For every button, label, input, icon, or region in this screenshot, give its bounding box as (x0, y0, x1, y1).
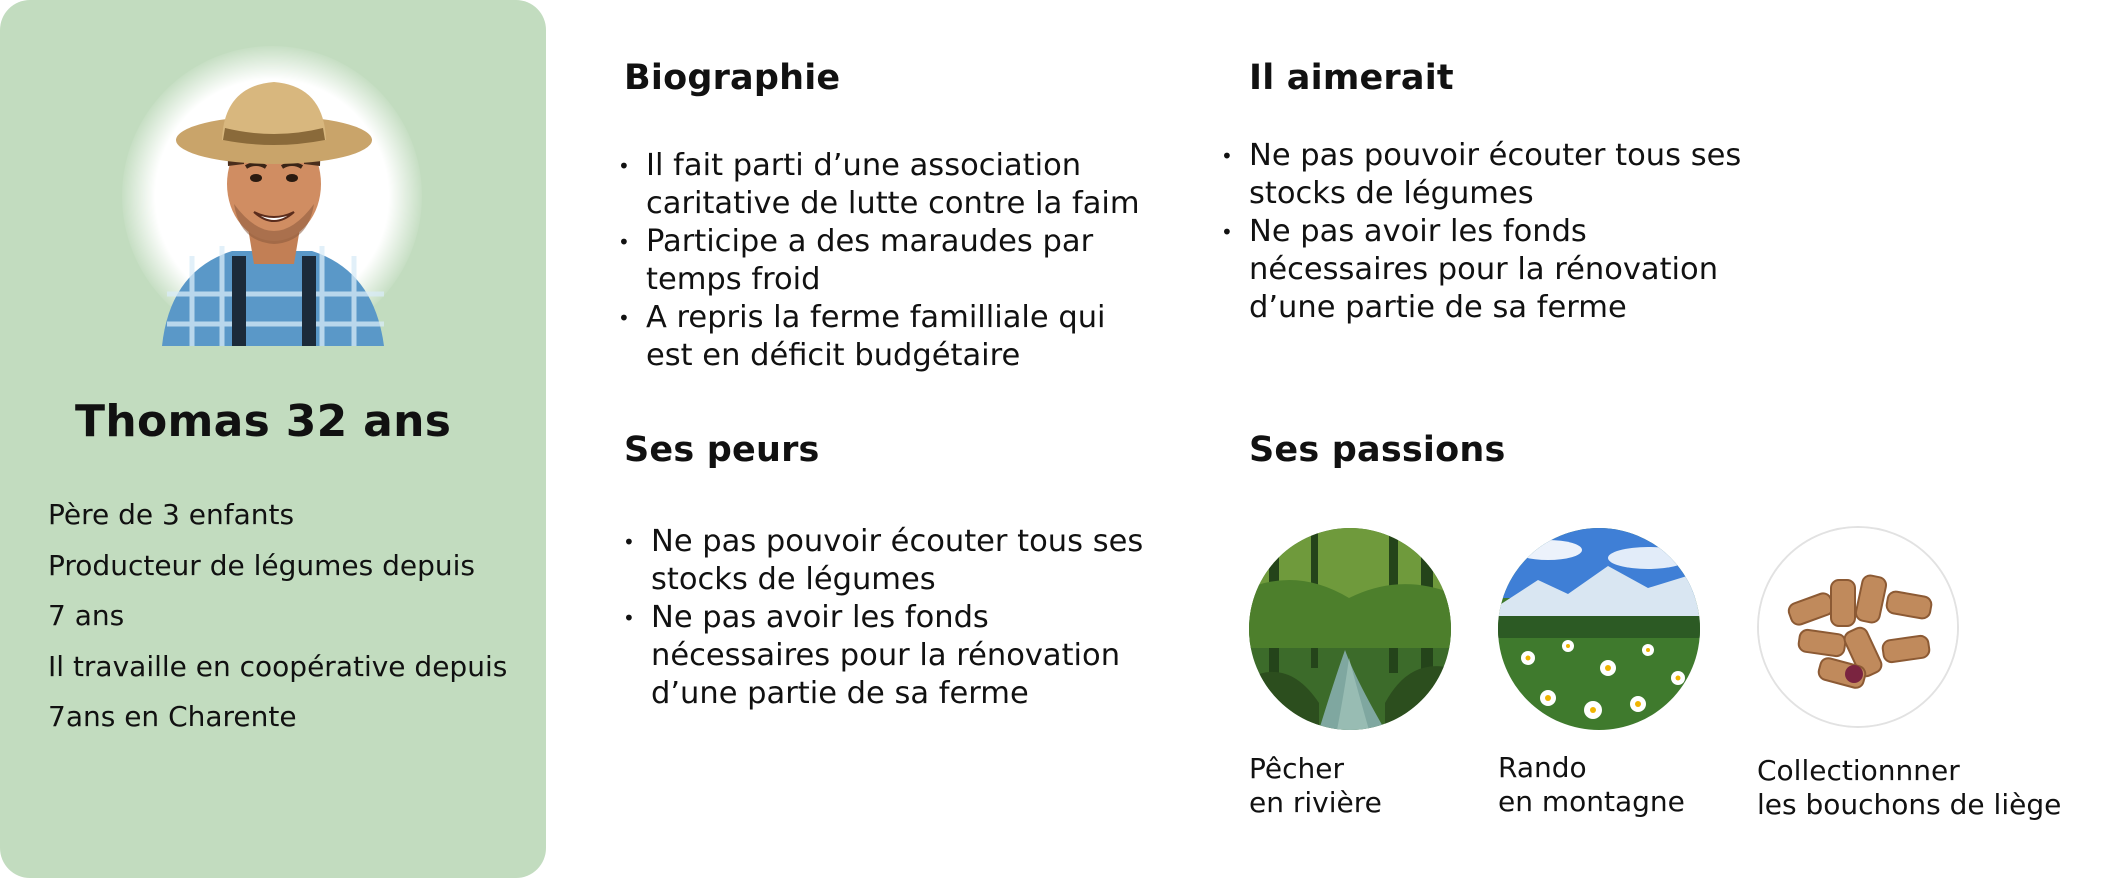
wishes-item: Ne pas pouvoir écouter tous ses stocks d… (1221, 137, 1741, 213)
wine-corks-photo (1757, 526, 1959, 728)
fears-item-line: d’une partie de sa ferme (651, 676, 1029, 711)
wishes-title: Il aimerait (1249, 58, 1454, 98)
wishes-item-line: Ne pas pouvoir écouter tous ses (1249, 138, 1742, 173)
biography-item-line: temps froid (646, 262, 821, 297)
passions-section: Ses passions (1249, 428, 1506, 472)
passion-label-corks: Collectionnner les bouchons de liège (1757, 754, 2062, 821)
biography-item: Participe a des maraudes par temps froid (618, 223, 1140, 299)
wishes-item-line: Ne pas avoir les fonds (1249, 214, 1587, 249)
fears-section: Ses peurs (624, 428, 820, 472)
wishes-section: Il aimerait (1249, 56, 1454, 100)
fears-item-line: nécessaires pour la rénovation (651, 638, 1121, 673)
wishes-item-line: stocks de légumes (1249, 176, 1534, 211)
biography-item-line: A repris la ferme familliale qui (646, 300, 1106, 335)
fears-item: Ne pas avoir les fonds nécessaires pour … (623, 599, 1143, 713)
biography-list: Il fait parti d’une association caritati… (618, 147, 1140, 375)
passions-title: Ses passions (1249, 430, 1506, 470)
wishes-list: Ne pas pouvoir écouter tous ses stocks d… (1221, 137, 1741, 327)
farmer-avatar (122, 46, 422, 346)
passion-label-hiking: Rando en montagne (1498, 751, 1685, 818)
fears-item-line: stocks de légumes (651, 562, 936, 597)
fears-list: Ne pas pouvoir écouter tous ses stocks d… (623, 523, 1143, 713)
biography-item: Il fait parti d’une association caritati… (618, 147, 1140, 223)
biography-item-line: est en déficit budgétaire (646, 338, 1021, 373)
wishes-item-line: d’une partie de sa ferme (1249, 290, 1627, 325)
profile-fact: Producteur de légumes depuis (48, 548, 475, 582)
wishes-item: Ne pas avoir les fonds nécessaires pour … (1221, 213, 1741, 327)
fears-item-line: Ne pas avoir les fonds (651, 600, 989, 635)
profile-fact: 7 ans (48, 599, 125, 632)
profile-fact: Père de 3 enfants (48, 498, 295, 531)
biography-item-line: Il fait parti d’une association (646, 148, 1082, 183)
fears-item: Ne pas pouvoir écouter tous ses stocks d… (623, 523, 1143, 599)
biography-item: A repris la ferme familliale qui est en … (618, 299, 1140, 375)
biography-section: Biographie (624, 56, 840, 100)
profile-fact: Il travaille en coopérative depuis (48, 649, 508, 683)
profile-name: Thomas 32 ans (75, 396, 452, 447)
fears-title: Ses peurs (624, 430, 820, 470)
mountain-meadow-photo (1498, 528, 1700, 730)
wishes-item-line: nécessaires pour la rénovation (1249, 252, 1719, 287)
forest-river-photo (1249, 528, 1451, 730)
biography-item-line: Participe a des maraudes par (646, 224, 1094, 259)
passion-label-fishing: Pêcher en rivière (1249, 752, 1382, 819)
biography-item-line: caritative de lutte contre la faim (646, 186, 1140, 221)
profile-fact: 7ans en Charente (48, 700, 297, 733)
profile-facts: Père de 3 enfants Producteur de légumes … (48, 490, 507, 743)
biography-title: Biographie (624, 58, 841, 98)
profile-card: Thomas 32 ans Père de 3 enfants Producte… (0, 0, 546, 878)
fears-item-line: Ne pas pouvoir écouter tous ses (651, 524, 1144, 559)
